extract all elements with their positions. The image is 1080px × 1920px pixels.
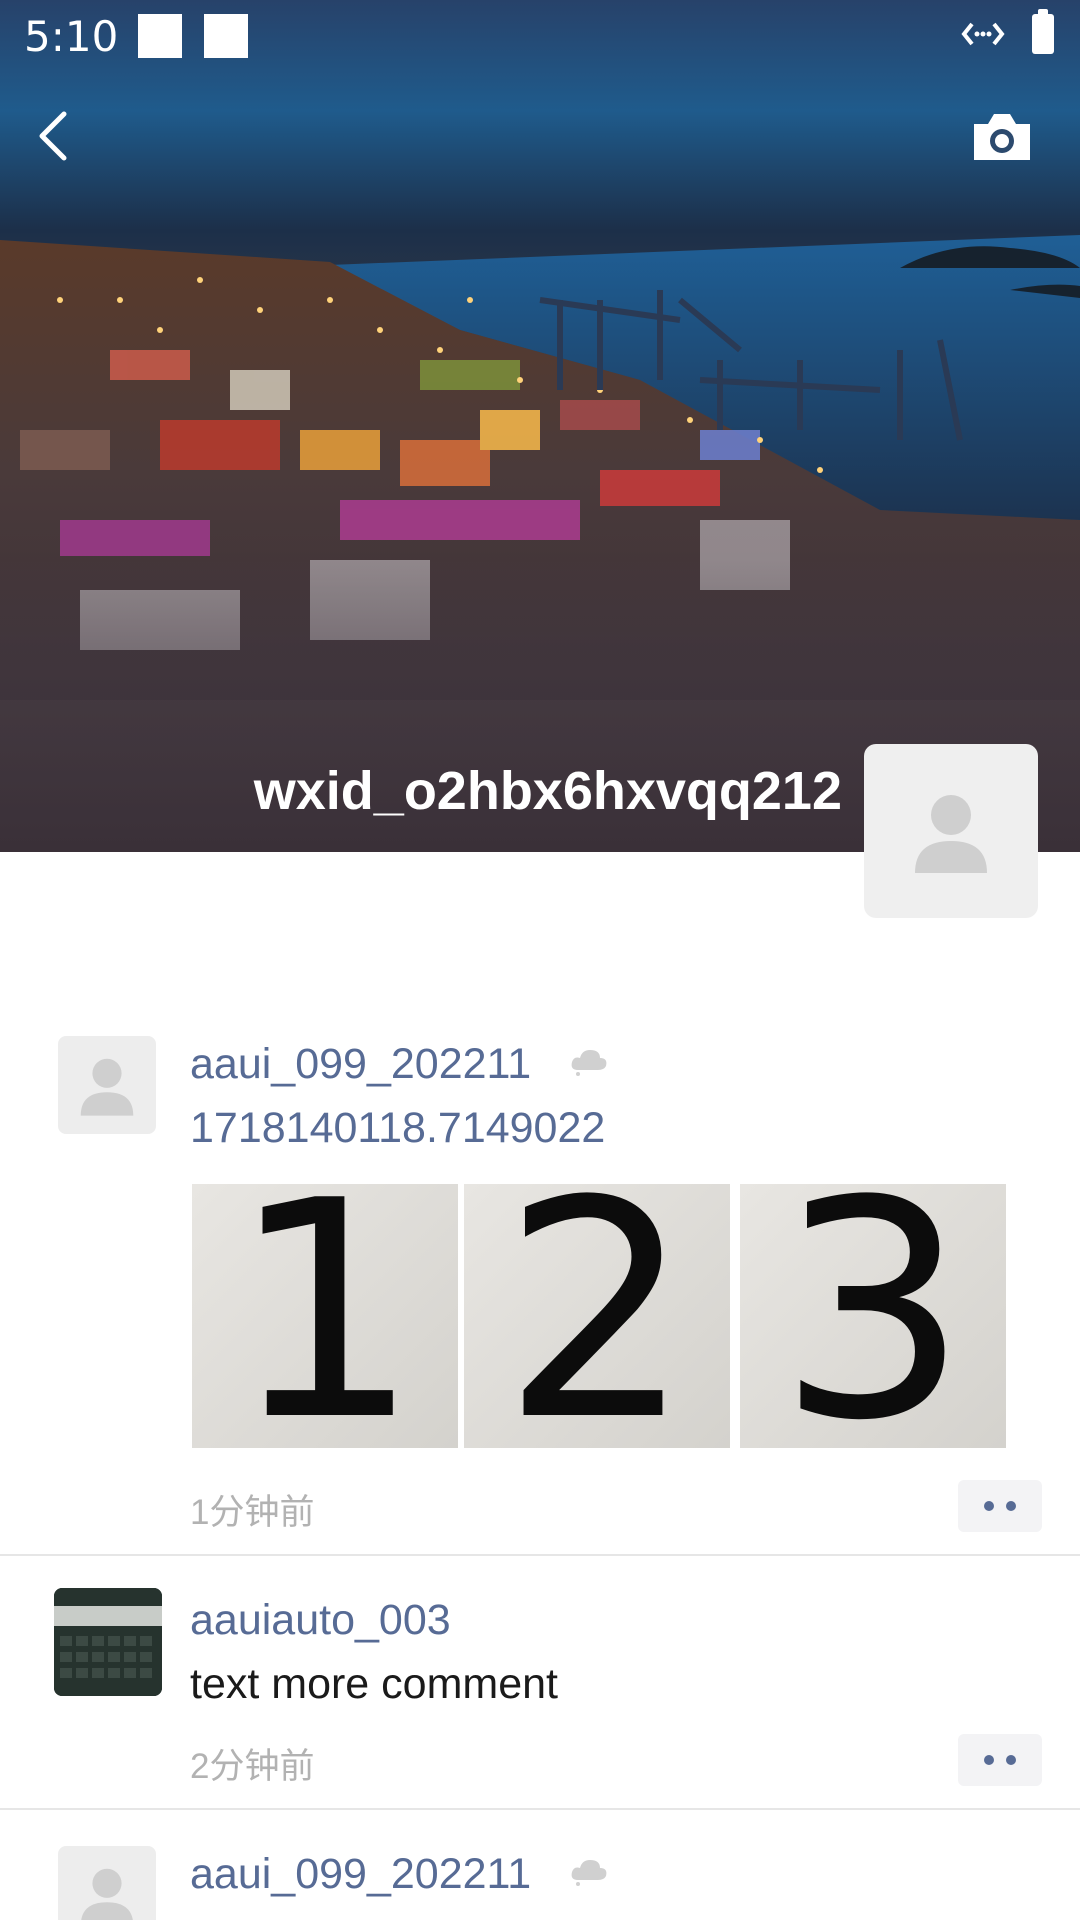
cover-photo[interactable]: 5:10 wxid_o2hbx6hxvqq212 bbox=[0, 0, 1080, 852]
divider bbox=[0, 1554, 1080, 1556]
battery-icon bbox=[1032, 9, 1054, 54]
cloud-icon bbox=[571, 1050, 607, 1076]
more-dot bbox=[1006, 1755, 1016, 1765]
image-digit: 1 bbox=[229, 1184, 421, 1448]
post-author-name[interactable]: aauiauto_003 bbox=[190, 1596, 451, 1645]
person-placeholder-icon bbox=[915, 795, 987, 873]
port-night-scene bbox=[0, 235, 1080, 852]
post-image[interactable]: 2 bbox=[464, 1184, 730, 1448]
divider bbox=[0, 1808, 1080, 1810]
post-time: 2分钟前 bbox=[190, 1747, 315, 1786]
post-image[interactable]: 1 bbox=[192, 1184, 458, 1448]
more-dot bbox=[984, 1501, 994, 1511]
image-digit: 2 bbox=[501, 1184, 693, 1448]
post-author-avatar[interactable] bbox=[58, 1846, 156, 1920]
camera-icon[interactable] bbox=[970, 110, 1034, 166]
more-dot bbox=[984, 1755, 994, 1765]
network-icon bbox=[961, 22, 1005, 46]
profile-username: wxid_o2hbx6hxvqq212 bbox=[253, 761, 842, 821]
post-author-avatar[interactable] bbox=[58, 1036, 156, 1134]
person-placeholder-icon bbox=[81, 1868, 133, 1920]
post-text: 1718140118.7149022 bbox=[190, 1104, 606, 1152]
post-author-name[interactable]: aaui_099_202211 bbox=[190, 1040, 531, 1089]
post-author-name[interactable]: aaui_099_202211 bbox=[190, 1850, 531, 1899]
status-bar: 5:10 bbox=[0, 0, 1080, 76]
person-placeholder-icon bbox=[80, 1058, 134, 1116]
post-author-avatar[interactable] bbox=[54, 1588, 162, 1696]
keyboard-photo-icon bbox=[54, 1588, 162, 1696]
more-dot bbox=[1006, 1501, 1016, 1511]
post-image[interactable]: 3 bbox=[740, 1184, 1006, 1448]
status-time: 5:10 bbox=[24, 12, 119, 61]
post-more-button[interactable] bbox=[958, 1480, 1042, 1532]
post-more-button[interactable] bbox=[958, 1734, 1042, 1786]
notification-square-icon bbox=[204, 14, 248, 58]
image-digit: 3 bbox=[777, 1184, 969, 1448]
post-text: text more comment bbox=[190, 1660, 558, 1708]
notification-square-icon bbox=[138, 14, 182, 58]
post-time: 1分钟前 bbox=[190, 1493, 315, 1532]
profile-avatar[interactable] bbox=[864, 744, 1038, 918]
chevron-left-icon[interactable] bbox=[30, 108, 80, 164]
cloud-icon bbox=[571, 1860, 607, 1886]
